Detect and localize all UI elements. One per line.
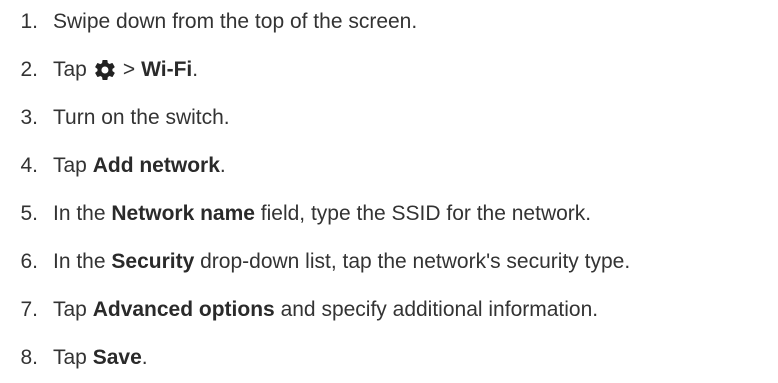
step-post-text: .	[141, 346, 148, 369]
bold-term: Save	[92, 346, 142, 369]
step-number: 5.	[20, 202, 38, 225]
step-7: 7. Tap Advanced options and specify addi…	[0, 290, 598, 330]
step-text: Tap Save.	[53, 346, 148, 370]
step-number: 7.	[20, 298, 38, 321]
step-5: 5. In the Network name field, type the S…	[0, 194, 591, 234]
step-number: 6.	[20, 250, 38, 273]
step-text: In the Network name field, type the SSID…	[53, 202, 591, 226]
step-post-text: .	[219, 154, 226, 177]
step-number: 2.	[20, 58, 38, 81]
gear-icon	[95, 60, 115, 81]
bold-term: Advanced options	[92, 298, 275, 321]
step-2: 2. Tap > Wi-Fi.	[0, 50, 198, 90]
step-pre-text: Tap	[53, 154, 87, 177]
step-4: 4. Tap Add network.	[0, 146, 226, 186]
step-pre-text: In the	[53, 202, 106, 225]
step-1: 1. Swipe down from the top of the screen…	[0, 2, 417, 42]
step-8: 8. Tap Save.	[0, 338, 148, 378]
bold-term: Wi-Fi	[141, 58, 193, 81]
step-post-text: and specify additional information.	[280, 298, 599, 321]
step-pre-text: Tap	[53, 298, 87, 321]
step-pre-text: Tap	[53, 346, 87, 369]
step-post-text: field, type the SSID for the network.	[260, 202, 592, 225]
step-number: 8.	[20, 346, 38, 369]
step-6: 6. In the Security drop-down list, tap t…	[0, 242, 630, 282]
bold-term: Add network	[92, 154, 220, 177]
step-text: In the Security drop-down list, tap the …	[53, 250, 630, 274]
step-text: Tap Add network.	[53, 154, 226, 178]
step-text: Turn on the switch.	[53, 106, 230, 129]
step-pre-text: In the	[53, 250, 106, 273]
step-number: 1.	[20, 10, 38, 33]
step-pre-text: Tap	[53, 58, 87, 81]
step-number: 4.	[20, 154, 38, 177]
step-post-text: .	[192, 58, 199, 81]
step-text: Tap > Wi-Fi.	[53, 58, 198, 82]
step-number: 3.	[20, 106, 38, 129]
step-post-text: drop-down list, tap the network's securi…	[200, 250, 631, 273]
step-3: 3. Turn on the switch.	[0, 98, 230, 138]
bold-term: Network name	[111, 202, 255, 225]
step-text: Swipe down from the top of the screen.	[53, 10, 418, 33]
step-text: Tap Advanced options and specify additio…	[53, 298, 598, 322]
separator: >	[122, 58, 136, 81]
bold-term: Security	[111, 250, 195, 273]
